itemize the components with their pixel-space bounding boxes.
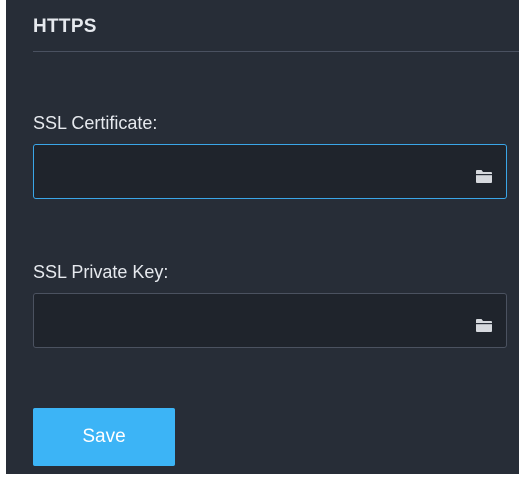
folder-icon-graphic [476, 318, 492, 332]
folder-icon[interactable] [472, 164, 496, 188]
folder-icon-graphic [476, 169, 492, 183]
ssl-private-key-label: SSL Private Key: [33, 262, 169, 282]
folder-icon[interactable] [472, 313, 496, 337]
section-divider [33, 51, 519, 52]
save-button[interactable]: Save [33, 408, 175, 466]
ssl-certificate-field[interactable] [33, 144, 507, 199]
https-settings-panel: HTTPS SSL Certificate: SSL Private Key: … [6, 0, 519, 474]
section-title: HTTPS [33, 16, 97, 37]
ssl-private-key-field[interactable] [33, 293, 507, 348]
ssl-certificate-label: SSL Certificate: [33, 113, 158, 133]
